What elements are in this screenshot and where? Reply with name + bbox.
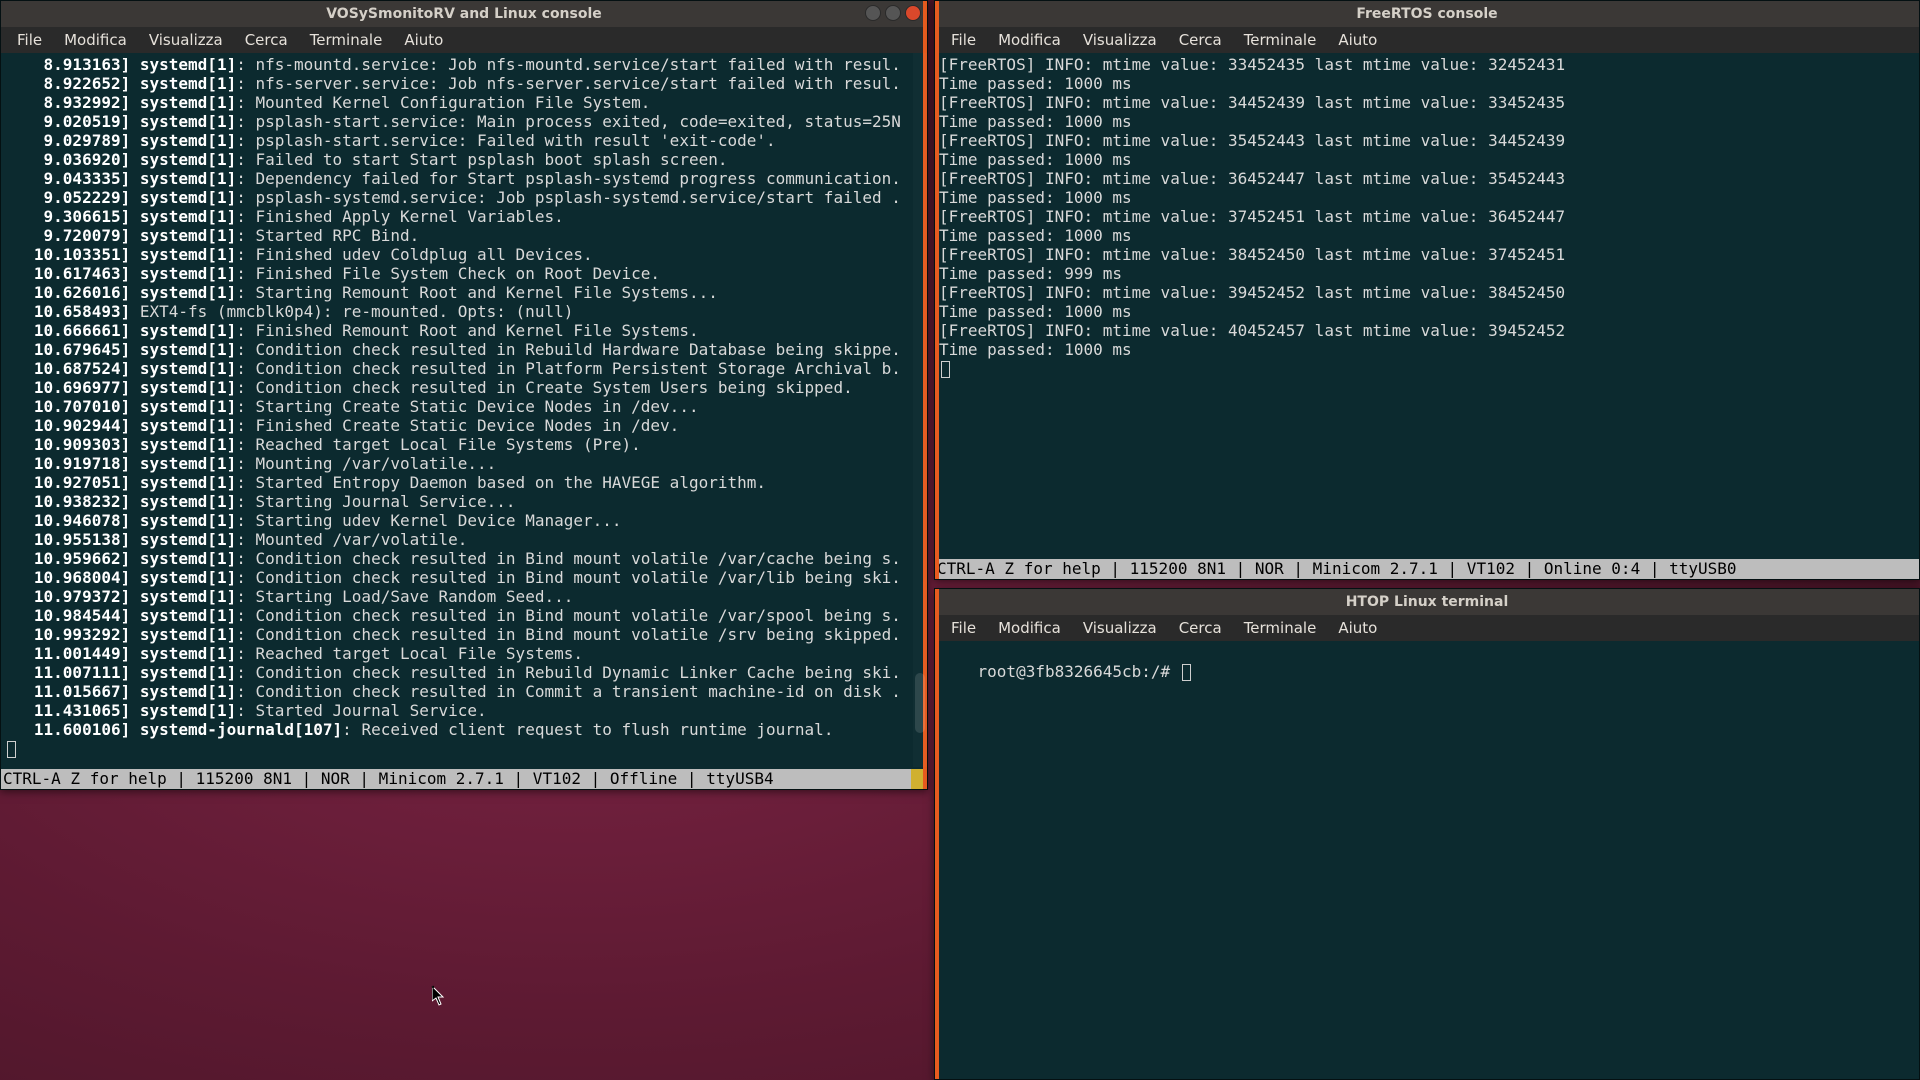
- menu-visualizza[interactable]: Visualizza: [1073, 617, 1167, 639]
- log-line: 10.919718] systemd[1]: Mounting /var/vol…: [5, 454, 923, 473]
- cursor-icon: [1182, 664, 1191, 681]
- maximize-icon[interactable]: [885, 5, 901, 21]
- log-line: [FreeRTOS] INFO: mtime value: 33452435 l…: [939, 55, 1915, 74]
- titlebar-linux[interactable]: VOSySmonitoRV and Linux console: [1, 1, 927, 27]
- log-line: 9.720079] systemd[1]: Started RPC Bind.: [5, 226, 923, 245]
- menu-modifica[interactable]: Modifica: [988, 617, 1071, 639]
- log-line: 10.666661] systemd[1]: Finished Remount …: [5, 321, 923, 340]
- window-freertos-console: FreeRTOS console File Modifica Visualizz…: [934, 0, 1920, 580]
- window-title: HTOP Linux terminal: [1346, 594, 1509, 610]
- menu-modifica[interactable]: Modifica: [988, 29, 1071, 51]
- window-accent-left: [935, 589, 939, 1079]
- menu-cerca[interactable]: Cerca: [235, 29, 298, 51]
- close-icon[interactable]: [905, 5, 921, 21]
- log-line: [FreeRTOS] INFO: mtime value: 40452457 l…: [939, 321, 1915, 340]
- window-title: FreeRTOS console: [1356, 6, 1497, 22]
- log-line: 9.043335] systemd[1]: Dependency failed …: [5, 169, 923, 188]
- log-line: 8.932992] systemd[1]: Mounted Kernel Con…: [5, 93, 923, 112]
- menu-visualizza[interactable]: Visualizza: [139, 29, 233, 51]
- log-line: 10.993292] systemd[1]: Condition check r…: [5, 625, 923, 644]
- log-line: 9.029789] systemd[1]: psplash-start.serv…: [5, 131, 923, 150]
- menubar-linux: File Modifica Visualizza Cerca Terminale…: [1, 27, 927, 53]
- log-line: [FreeRTOS] INFO: mtime value: 38452450 l…: [939, 245, 1915, 264]
- log-line: 10.658493] EXT4-fs (mmcblk0p4): re-mount…: [5, 302, 923, 321]
- menu-visualizza[interactable]: Visualizza: [1073, 29, 1167, 51]
- log-line: 9.036920] systemd[1]: Failed to start St…: [5, 150, 923, 169]
- log-line: 10.968004] systemd[1]: Condition check r…: [5, 568, 923, 587]
- scrollbar-thumb[interactable]: [915, 673, 925, 733]
- window-htop-terminal: HTOP Linux terminal File Modifica Visual…: [934, 588, 1920, 1080]
- terminal-output-htop[interactable]: root@3fb8326645cb:/#: [935, 641, 1919, 1079]
- log-line: Time passed: 1000 ms: [939, 226, 1915, 245]
- minicom-statusbar-linux: CTRL-A Z for help | 115200 8N1 | NOR | M…: [1, 769, 927, 789]
- menu-file[interactable]: File: [7, 29, 52, 51]
- log-line: 9.020519] systemd[1]: psplash-start.serv…: [5, 112, 923, 131]
- log-line: 10.938232] systemd[1]: Starting Journal …: [5, 492, 923, 511]
- log-line: 8.922652] systemd[1]: nfs-server.service…: [5, 74, 923, 93]
- log-line: 9.052229] systemd[1]: psplash-systemd.se…: [5, 188, 923, 207]
- log-line: [FreeRTOS] INFO: mtime value: 37452451 l…: [939, 207, 1915, 226]
- window-title: VOSySmonitoRV and Linux console: [326, 6, 602, 22]
- menu-terminale[interactable]: Terminale: [1234, 29, 1327, 51]
- log-line: 11.007111] systemd[1]: Condition check r…: [5, 663, 923, 682]
- log-line: 10.909303] systemd[1]: Reached target Lo…: [5, 435, 923, 454]
- log-line: 10.687524] systemd[1]: Condition check r…: [5, 359, 923, 378]
- log-line: 10.984544] systemd[1]: Condition check r…: [5, 606, 923, 625]
- menu-aiuto[interactable]: Aiuto: [1328, 617, 1387, 639]
- menu-modifica[interactable]: Modifica: [54, 29, 137, 51]
- log-line: 9.306615] systemd[1]: Finished Apply Ker…: [5, 207, 923, 226]
- log-line: 10.959662] systemd[1]: Condition check r…: [5, 549, 923, 568]
- log-line: Time passed: 1000 ms: [939, 150, 1915, 169]
- log-line: 10.946078] systemd[1]: Starting udev Ker…: [5, 511, 923, 530]
- scrollbar[interactable]: [913, 53, 927, 767]
- menu-cerca[interactable]: Cerca: [1169, 617, 1232, 639]
- log-line: 11.001449] systemd[1]: Reached target Lo…: [5, 644, 923, 663]
- titlebar-htop[interactable]: HTOP Linux terminal: [935, 589, 1919, 615]
- menubar-htop: File Modifica Visualizza Cerca Terminale…: [935, 615, 1919, 641]
- mouse-pointer-icon: [432, 986, 444, 1004]
- log-line: [FreeRTOS] INFO: mtime value: 36452447 l…: [939, 169, 1915, 188]
- log-line: 10.617463] systemd[1]: Finished File Sys…: [5, 264, 923, 283]
- log-line: 10.927051] systemd[1]: Started Entropy D…: [5, 473, 923, 492]
- terminal-output-linux[interactable]: 8.913163] systemd[1]: nfs-mountd.service…: [1, 53, 927, 769]
- menu-terminale[interactable]: Terminale: [1234, 617, 1327, 639]
- log-line: [FreeRTOS] INFO: mtime value: 39452452 l…: [939, 283, 1915, 302]
- menu-cerca[interactable]: Cerca: [1169, 29, 1232, 51]
- log-line: 10.626016] systemd[1]: Starting Remount …: [5, 283, 923, 302]
- log-line: Time passed: 999 ms: [939, 264, 1915, 283]
- log-line: 11.015667] systemd[1]: Condition check r…: [5, 682, 923, 701]
- log-line: 8.913163] systemd[1]: nfs-mountd.service…: [5, 55, 923, 74]
- menu-file[interactable]: File: [941, 617, 986, 639]
- minicom-statusbar-freertos: CTRL-A Z for help | 115200 8N1 | NOR | M…: [935, 559, 1919, 579]
- menu-terminale[interactable]: Terminale: [300, 29, 393, 51]
- menu-aiuto[interactable]: Aiuto: [1328, 29, 1387, 51]
- log-line: Time passed: 1000 ms: [939, 74, 1915, 93]
- log-line: Time passed: 1000 ms: [939, 188, 1915, 207]
- menu-file[interactable]: File: [941, 29, 986, 51]
- log-line: 11.600106] systemd-journald[107]: Receiv…: [5, 720, 923, 739]
- log-line: 10.955138] systemd[1]: Mounted /var/vola…: [5, 530, 923, 549]
- shell-prompt: root@3fb8326645cb:/#: [978, 662, 1180, 681]
- log-line: 10.902944] systemd[1]: Finished Create S…: [5, 416, 923, 435]
- log-line: 10.103351] systemd[1]: Finished udev Col…: [5, 245, 923, 264]
- log-line: [FreeRTOS] INFO: mtime value: 34452439 l…: [939, 93, 1915, 112]
- window-linux-console: VOSySmonitoRV and Linux console File Mod…: [0, 0, 928, 790]
- log-line: 10.679645] systemd[1]: Condition check r…: [5, 340, 923, 359]
- terminal-output-freertos[interactable]: [FreeRTOS] INFO: mtime value: 33452435 l…: [935, 53, 1919, 559]
- window-accent-left: [935, 1, 939, 579]
- log-line: 10.979372] systemd[1]: Starting Load/Sav…: [5, 587, 923, 606]
- status-marker-icon: [911, 769, 923, 789]
- log-line: Time passed: 1000 ms: [939, 112, 1915, 131]
- log-line: 10.707010] systemd[1]: Starting Create S…: [5, 397, 923, 416]
- titlebar-freertos[interactable]: FreeRTOS console: [935, 1, 1919, 27]
- log-line: Time passed: 1000 ms: [939, 340, 1915, 359]
- log-line: [FreeRTOS] INFO: mtime value: 35452443 l…: [939, 131, 1915, 150]
- log-line: Time passed: 1000 ms: [939, 302, 1915, 321]
- log-line: 10.696977] systemd[1]: Condition check r…: [5, 378, 923, 397]
- minimize-icon[interactable]: [865, 5, 881, 21]
- log-line: 11.431065] systemd[1]: Started Journal S…: [5, 701, 923, 720]
- menu-aiuto[interactable]: Aiuto: [394, 29, 453, 51]
- menubar-freertos: File Modifica Visualizza Cerca Terminale…: [935, 27, 1919, 53]
